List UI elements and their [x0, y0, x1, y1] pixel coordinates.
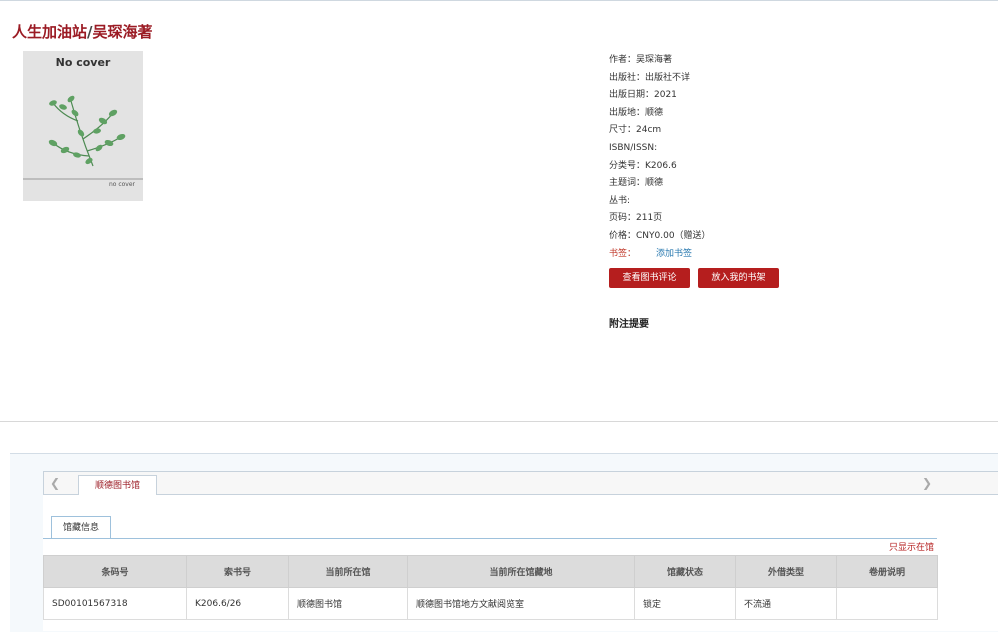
meta-subject: 主题词：顺德	[609, 178, 664, 189]
cover-footer-text: no cover	[108, 181, 135, 188]
cell-library: 顺德图书馆	[288, 587, 408, 620]
top-rule	[0, 0, 998, 1]
col-header-callno: 索书号	[186, 555, 289, 588]
tab-holdings-info[interactable]: 馆藏信息	[51, 516, 111, 538]
meta-size: 尺寸：24cm	[609, 125, 662, 136]
book-title-main: 人生加油站	[12, 23, 88, 41]
library-tabstrip: ❮ 顺德图书馆 ❯	[43, 471, 998, 496]
tags-label: 书签：	[609, 248, 637, 259]
col-header-volume: 卷册说明	[836, 555, 938, 588]
subtab-underline	[43, 538, 937, 539]
chevron-right-icon[interactable]: ❯	[919, 475, 935, 491]
book-title: 人生加油站/吴琛海著	[12, 21, 153, 42]
cell-volume	[836, 587, 938, 620]
add-tag-link[interactable]: 添加书签	[656, 249, 692, 259]
book-cover: No cover no cover	[23, 51, 143, 201]
table-row: SD00101567318 K206.6/26 顺德图书馆 顺德图书馆地方文献阅…	[43, 587, 938, 620]
col-header-library: 当前所在馆	[288, 555, 408, 588]
notes-heading: 附注提要	[609, 319, 649, 330]
meta-pages: 页码：211页	[609, 213, 663, 224]
cell-barcode: SD00101567318	[43, 587, 187, 620]
cell-location: 顺德图书馆地方文献阅览室	[407, 587, 635, 620]
col-header-barcode: 条码号	[43, 555, 187, 588]
view-reviews-button[interactable]: 查看图书评论	[609, 268, 690, 288]
cover-bar	[23, 178, 143, 180]
only-in-library-link[interactable]: 只显示在馆	[889, 540, 934, 553]
tab-library[interactable]: 顺德图书馆	[78, 475, 157, 496]
col-header-loan-type: 外借类型	[735, 555, 837, 588]
cell-loan-type: 不流通	[735, 587, 837, 620]
meta-tags: 书签： 添加书签	[609, 246, 711, 264]
book-metadata: 作者：吴琛海著 出版社：出版社不详 出版日期：2021 出版地：顺德 尺寸：24…	[609, 52, 711, 263]
meta-pub-place: 出版地：顺德	[609, 107, 664, 118]
meta-price: 价格：CNY0.00（赠送）	[609, 230, 711, 241]
meta-publisher: 出版社：出版社不详	[609, 72, 691, 83]
col-header-location: 当前所在馆藏地	[407, 555, 635, 588]
cell-callno: K206.6/26	[186, 587, 289, 620]
meta-classno: 分类号：K206.6	[609, 160, 677, 171]
table-header-row: 条码号 索书号 当前所在馆 当前所在馆藏地 馆藏状态 外借类型 卷册说明	[43, 555, 938, 588]
holdings-table: 条码号 索书号 当前所在馆 当前所在馆藏地 馆藏状态 外借类型 卷册说明 SD0…	[43, 555, 938, 620]
book-title-author: 吴琛海著	[92, 23, 153, 41]
meta-pub-date: 出版日期：2021	[609, 90, 677, 101]
chevron-left-icon[interactable]: ❮	[47, 475, 63, 491]
add-to-shelf-button[interactable]: 放入我的书架	[698, 268, 779, 288]
cell-status: 锁定	[634, 587, 736, 620]
section-divider	[0, 421, 998, 422]
meta-series: 丛书:	[609, 195, 631, 206]
col-header-status: 馆藏状态	[634, 555, 736, 588]
meta-author: 作者：吴琛海著	[609, 55, 673, 65]
meta-isbn: ISBN/ISSN:	[609, 142, 658, 153]
